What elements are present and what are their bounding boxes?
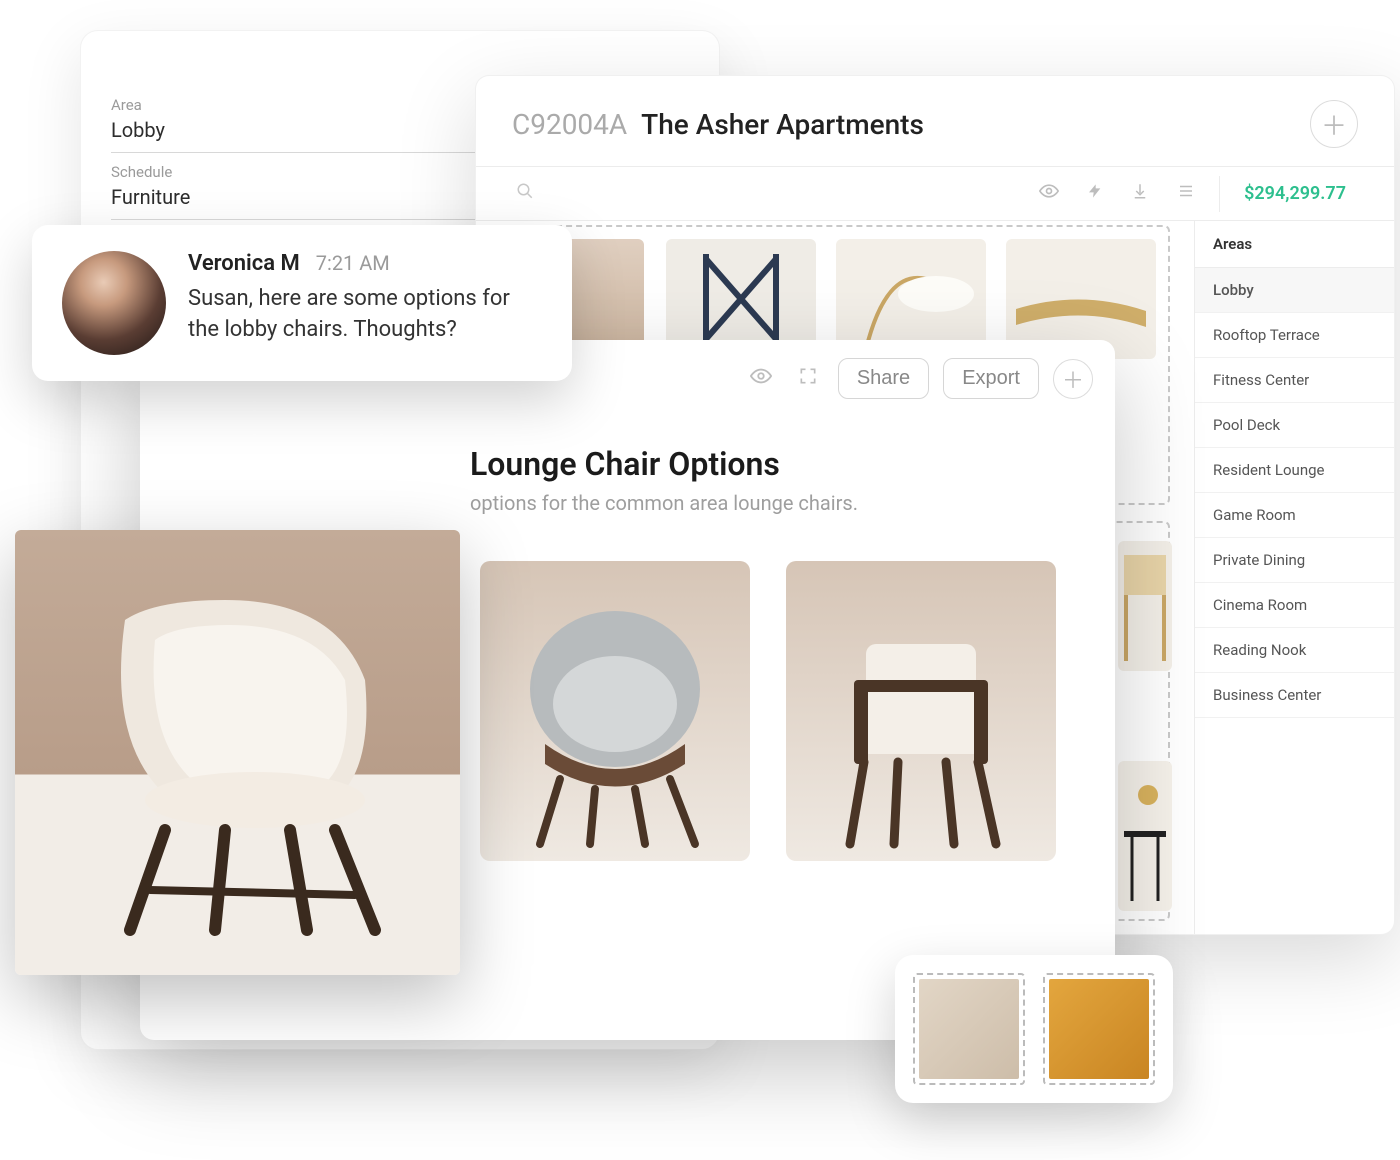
hero-chair-card[interactable]: [15, 530, 460, 975]
comment-card: Veronica M 7:21 AM Susan, here are some …: [32, 225, 572, 381]
areas-header: Areas: [1195, 221, 1394, 268]
modal-subtitle: options for the common area lounge chair…: [470, 491, 1055, 515]
moodboard-thumb[interactable]: [1118, 541, 1172, 671]
option-chair-3[interactable]: [786, 561, 1056, 861]
modal-title: Lounge Chair Options: [470, 445, 1055, 483]
avatar: [62, 251, 166, 355]
area-item-pool-deck[interactable]: Pool Deck: [1195, 403, 1394, 448]
swatch-fill: [1049, 979, 1149, 1079]
eye-icon[interactable]: [744, 359, 778, 398]
expand-icon[interactable]: [792, 360, 824, 397]
area-item-reading-nook[interactable]: Reading Nook: [1195, 628, 1394, 673]
bolt-icon[interactable]: [1087, 181, 1103, 206]
swatch-card: [895, 955, 1173, 1103]
area-item-business-center[interactable]: Business Center: [1195, 673, 1394, 718]
comment-message: Susan, here are some options for the lob…: [188, 284, 542, 346]
areas-panel: Areas Lobby Rooftop Terrace Fitness Cent…: [1194, 221, 1394, 934]
project-code: C92004A: [512, 108, 627, 141]
area-item-fitness-center[interactable]: Fitness Center: [1195, 358, 1394, 403]
area-item-rooftop-terrace[interactable]: Rooftop Terrace: [1195, 313, 1394, 358]
plus-icon: ＋: [1321, 106, 1347, 143]
swatch-2[interactable]: [1043, 973, 1155, 1085]
area-item-resident-lounge[interactable]: Resident Lounge: [1195, 448, 1394, 493]
project-toolbar: $294,299.77: [476, 167, 1394, 221]
add-button[interactable]: ＋: [1310, 100, 1358, 148]
add-option-button[interactable]: ＋: [1053, 359, 1093, 399]
download-icon[interactable]: [1131, 182, 1149, 205]
plus-icon: ＋: [1062, 363, 1084, 395]
area-item-lobby[interactable]: Lobby: [1195, 268, 1394, 313]
moodboard-thumb[interactable]: [1118, 761, 1172, 911]
project-header: C92004A The Asher Apartments ＋: [476, 76, 1394, 167]
comment-author: Veronica M: [188, 251, 300, 276]
project-title: The Asher Apartments: [641, 108, 1310, 141]
swatch-fill: [919, 979, 1019, 1079]
share-button[interactable]: Share: [838, 358, 929, 399]
eye-icon[interactable]: [1039, 181, 1059, 206]
list-icon[interactable]: [1177, 182, 1195, 205]
swatch-1[interactable]: [913, 973, 1025, 1085]
comment-time: 7:21 AM: [316, 251, 390, 275]
project-amount: $294,299.77: [1244, 183, 1346, 204]
toolbar-divider: [1219, 176, 1220, 212]
modal-heading: Lounge Chair Options options for the com…: [140, 405, 1115, 525]
option-chair-2[interactable]: [480, 561, 750, 861]
search-icon[interactable]: [516, 182, 534, 205]
area-item-private-dining[interactable]: Private Dining: [1195, 538, 1394, 583]
area-item-game-room[interactable]: Game Room: [1195, 493, 1394, 538]
export-button[interactable]: Export: [943, 358, 1039, 399]
area-item-cinema-room[interactable]: Cinema Room: [1195, 583, 1394, 628]
